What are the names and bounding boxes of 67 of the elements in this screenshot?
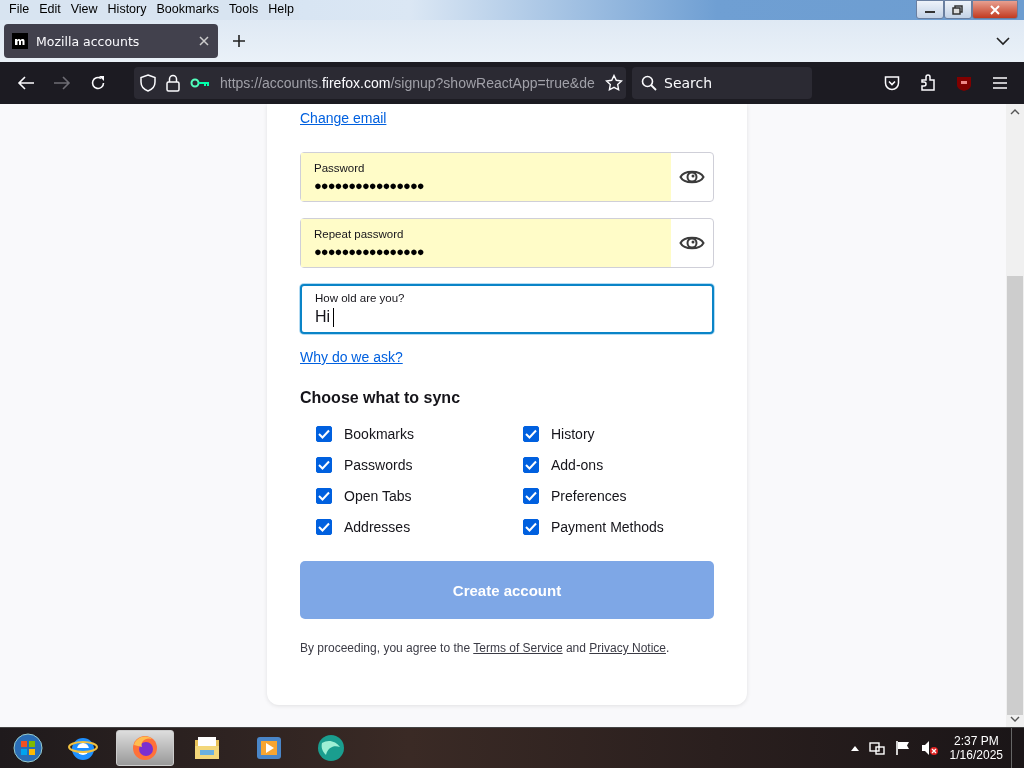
close-button[interactable] xyxy=(972,0,1018,19)
chevron-down-icon[interactable] xyxy=(996,36,1010,46)
checkmark-icon xyxy=(525,460,537,470)
checkbox[interactable] xyxy=(523,457,539,473)
checkbox-label[interactable]: Passwords xyxy=(344,457,413,473)
browser-tab[interactable]: Mozilla accounts xyxy=(4,24,218,58)
sync-heading: Choose what to sync xyxy=(300,389,461,407)
mozilla-logo-icon xyxy=(12,33,28,49)
checkbox-label[interactable]: Open Tabs xyxy=(344,488,412,504)
clock-time: 2:37 PM xyxy=(953,734,999,748)
checkbox[interactable] xyxy=(316,426,332,442)
key-icon[interactable] xyxy=(190,77,210,89)
url-text[interactable]: https://accounts.firefox.com/signup?showReactApp=true&de xyxy=(220,75,595,91)
menu-item[interactable]: Edit xyxy=(34,0,66,20)
restore-button[interactable] xyxy=(944,0,972,19)
menu-item[interactable]: Help xyxy=(263,0,299,20)
checkbox-label[interactable]: Preferences xyxy=(551,488,627,504)
menu-item[interactable]: File xyxy=(4,0,35,20)
taskbar-clock[interactable]: 2:37 PM 1/16/2025 xyxy=(949,734,1003,762)
network-icon[interactable] xyxy=(868,740,885,756)
flag-icon[interactable] xyxy=(894,740,911,756)
checkbox-label[interactable]: Addresses xyxy=(344,519,411,535)
search-field[interactable]: Search xyxy=(632,67,812,99)
menu-item[interactable]: Tools xyxy=(224,0,264,20)
clock-date: 1/16/2025 xyxy=(949,748,1003,762)
address-bar[interactable]: https://accounts.firefox.com/signup?showReactApp=true&de xyxy=(134,67,626,99)
restore-icon xyxy=(952,4,964,15)
legal-notice: By proceeding, you agree to the Terms of Service and Privacy Notice. xyxy=(300,641,670,655)
checkmark-icon xyxy=(318,460,330,470)
why-do-we-ask-link[interactable]: Why do we ask? xyxy=(300,349,403,365)
shield-icon[interactable] xyxy=(140,74,156,92)
checkmark-icon xyxy=(525,491,537,501)
scrollbar-thumb[interactable] xyxy=(1007,276,1023,715)
checkbox-label[interactable]: Bookmarks xyxy=(344,426,415,442)
checkbox[interactable] xyxy=(523,519,539,535)
checkbox-label[interactable]: Add-ons xyxy=(551,457,604,473)
checkmark-icon xyxy=(318,429,330,439)
checkbox[interactable] xyxy=(316,488,332,504)
speaker-muted-icon[interactable] xyxy=(920,740,939,756)
close-tab-icon[interactable] xyxy=(198,35,210,47)
new-tab-icon[interactable] xyxy=(232,34,246,48)
checkmark-icon xyxy=(318,491,330,501)
checkmark-icon xyxy=(318,522,330,532)
change-email-link[interactable]: Change email xyxy=(300,110,387,126)
checkbox-label[interactable]: Payment Methods xyxy=(551,519,664,535)
menu-item[interactable]: Bookmarks xyxy=(151,0,224,20)
checkbox[interactable] xyxy=(523,426,539,442)
show-hidden-icons-icon[interactable] xyxy=(850,745,859,751)
lock-icon[interactable] xyxy=(166,74,180,92)
input-field[interactable]: How old are you? Hi xyxy=(300,284,714,334)
minimize-button[interactable] xyxy=(916,0,944,19)
star-icon[interactable] xyxy=(604,74,623,92)
checkmark-icon xyxy=(525,522,537,532)
checkbox-label[interactable]: History xyxy=(551,426,595,442)
terms-link[interactable]: Terms of Service xyxy=(473,641,563,655)
input-field[interactable]: Repeat password ●●●●●●●●●●●●●●●● xyxy=(300,218,714,268)
checkbox[interactable] xyxy=(523,488,539,504)
scroll-down-icon[interactable] xyxy=(1010,715,1020,723)
menu-item[interactable]: View xyxy=(65,0,103,20)
checkbox[interactable] xyxy=(316,519,332,535)
checkbox[interactable] xyxy=(316,457,332,473)
menu-item[interactable]: History xyxy=(102,0,152,20)
input-field[interactable]: Password ●●●●●●●●●●●●●●●● xyxy=(300,152,714,202)
checkmark-icon xyxy=(525,429,537,439)
privacy-link[interactable]: Privacy Notice xyxy=(589,641,666,655)
close-icon xyxy=(989,4,1001,15)
scroll-up-icon[interactable] xyxy=(1010,108,1020,116)
